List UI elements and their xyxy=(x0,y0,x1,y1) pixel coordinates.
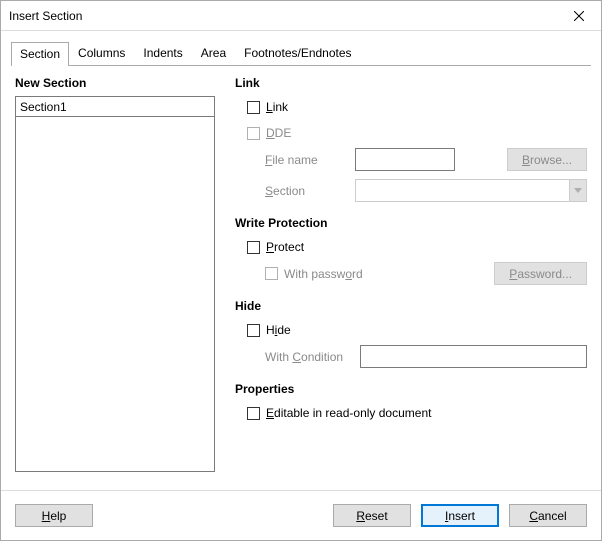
close-button[interactable] xyxy=(557,1,601,31)
properties-group: Properties Editable in read-only documen… xyxy=(235,382,587,424)
section-name-input[interactable] xyxy=(15,96,215,117)
link-heading: Link xyxy=(235,76,587,90)
section-list[interactable] xyxy=(15,116,215,472)
protect-label: Protect xyxy=(266,240,304,254)
file-name-input xyxy=(355,148,455,171)
help-button[interactable]: Help xyxy=(15,504,93,527)
section-combo-input xyxy=(355,179,569,202)
new-section-panel: New Section xyxy=(15,76,215,472)
link-checkbox[interactable] xyxy=(247,101,260,114)
browse-button: Browse... xyxy=(507,148,587,171)
write-protection-heading: Write Protection xyxy=(235,216,587,230)
chevron-down-icon xyxy=(574,188,582,193)
hide-group: Hide Hide With Condition xyxy=(235,299,587,368)
with-password-label: With password xyxy=(284,267,363,281)
section-combo xyxy=(355,179,587,202)
write-protection-group: Write Protection Protect With password P… xyxy=(235,216,587,285)
cancel-button[interactable]: Cancel xyxy=(509,504,587,527)
new-section-heading: New Section xyxy=(15,76,215,90)
tab-area[interactable]: Area xyxy=(192,41,235,65)
options-panel: Link Link DDE File name Browse... Sectio… xyxy=(235,76,587,472)
link-label: Link xyxy=(266,100,288,114)
hide-checkbox[interactable] xyxy=(247,324,260,337)
section-combo-button xyxy=(569,179,587,202)
close-icon xyxy=(574,11,584,21)
tab-content: New Section Link Link DDE File name Brow… xyxy=(1,66,601,472)
dde-label: DDE xyxy=(266,126,291,140)
tab-indents[interactable]: Indents xyxy=(134,41,191,65)
with-password-checkbox xyxy=(265,267,278,280)
title-bar: Insert Section xyxy=(1,1,601,31)
tab-columns[interactable]: Columns xyxy=(69,41,134,65)
dde-checkbox xyxy=(247,127,260,140)
window-title: Insert Section xyxy=(9,9,557,23)
hide-label: Hide xyxy=(266,323,291,337)
condition-input xyxy=(360,345,587,368)
properties-heading: Properties xyxy=(235,382,587,396)
tab-footnotes-endnotes[interactable]: Footnotes/Endnotes xyxy=(235,41,360,65)
editable-readonly-checkbox[interactable] xyxy=(247,407,260,420)
insert-button[interactable]: Insert xyxy=(421,504,499,527)
dialog-button-bar: Help Reset Insert Cancel xyxy=(1,490,601,540)
file-name-label: File name xyxy=(265,153,340,167)
hide-heading: Hide xyxy=(235,299,587,313)
protect-checkbox[interactable] xyxy=(247,241,260,254)
link-group: Link Link DDE File name Browse... Sectio… xyxy=(235,76,587,202)
password-button: Password... xyxy=(494,262,587,285)
with-condition-label: With Condition xyxy=(265,350,360,364)
reset-button[interactable]: Reset xyxy=(333,504,411,527)
tab-section[interactable]: Section xyxy=(11,42,69,66)
section-combo-label: Section xyxy=(265,184,340,198)
editable-readonly-label: Editable in read-only document xyxy=(266,406,431,420)
tab-bar: Section Columns Indents Area Footnotes/E… xyxy=(11,41,591,66)
